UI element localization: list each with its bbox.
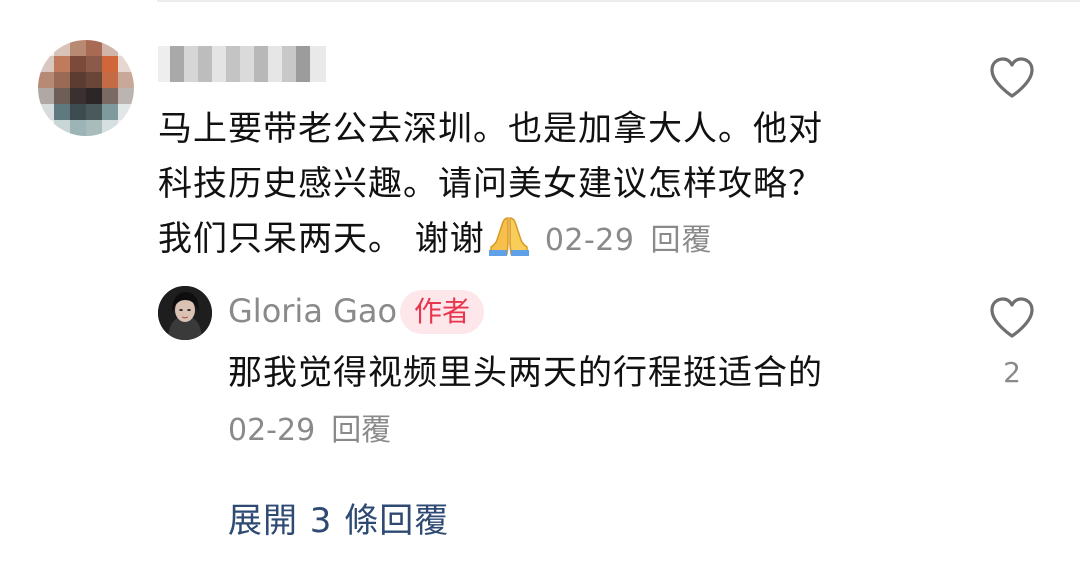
commenter-username[interactable]	[158, 46, 326, 82]
folded-hands-icon	[488, 217, 529, 256]
top-divider	[157, 0, 1080, 2]
comment-reply-button[interactable]: 回覆	[651, 223, 713, 258]
comment-date: 02-29	[544, 223, 635, 258]
reply-body: 那我觉得视频里头两天的行程挺适合的	[228, 353, 823, 393]
commenter-avatar[interactable]	[38, 40, 134, 136]
comment-body: 马上要带老公去深圳。也是加拿大人。他对 科技历史感兴趣。请问美女建议怎样攻略？ …	[158, 102, 958, 268]
reply-date: 02-29	[228, 413, 316, 448]
comment-line-3: 我们只呆两天。 谢谢 02-29 回覆	[158, 212, 958, 268]
comment-line-3-text: 我们只呆两天。 谢谢	[158, 219, 485, 259]
reply-author-avatar[interactable]	[158, 286, 212, 340]
comment-thread: 马上要带老公去深圳。也是加拿大人。他对 科技历史感兴趣。请问美女建议怎样攻略？ …	[0, 0, 1080, 580]
comment-like-heart-icon[interactable]	[988, 56, 1036, 100]
comment-line-1: 马上要带老公去深圳。也是加拿大人。他对	[158, 109, 823, 149]
expand-replies-link[interactable]: 展開 3 條回覆	[228, 496, 449, 546]
reply-author-name[interactable]: Gloria Gao	[228, 288, 397, 334]
author-badge: 作者	[400, 290, 485, 334]
reply-author-portrait	[158, 286, 212, 340]
reply-meta: 02-29 回覆	[228, 408, 391, 454]
reply-like-count: 2	[1003, 356, 1021, 389]
reply-reply-button[interactable]: 回覆	[331, 413, 391, 448]
reply-like-heart-icon[interactable]	[988, 296, 1036, 340]
comment-line-2: 科技历史感兴趣。请问美女建议怎样攻略？	[158, 164, 823, 204]
